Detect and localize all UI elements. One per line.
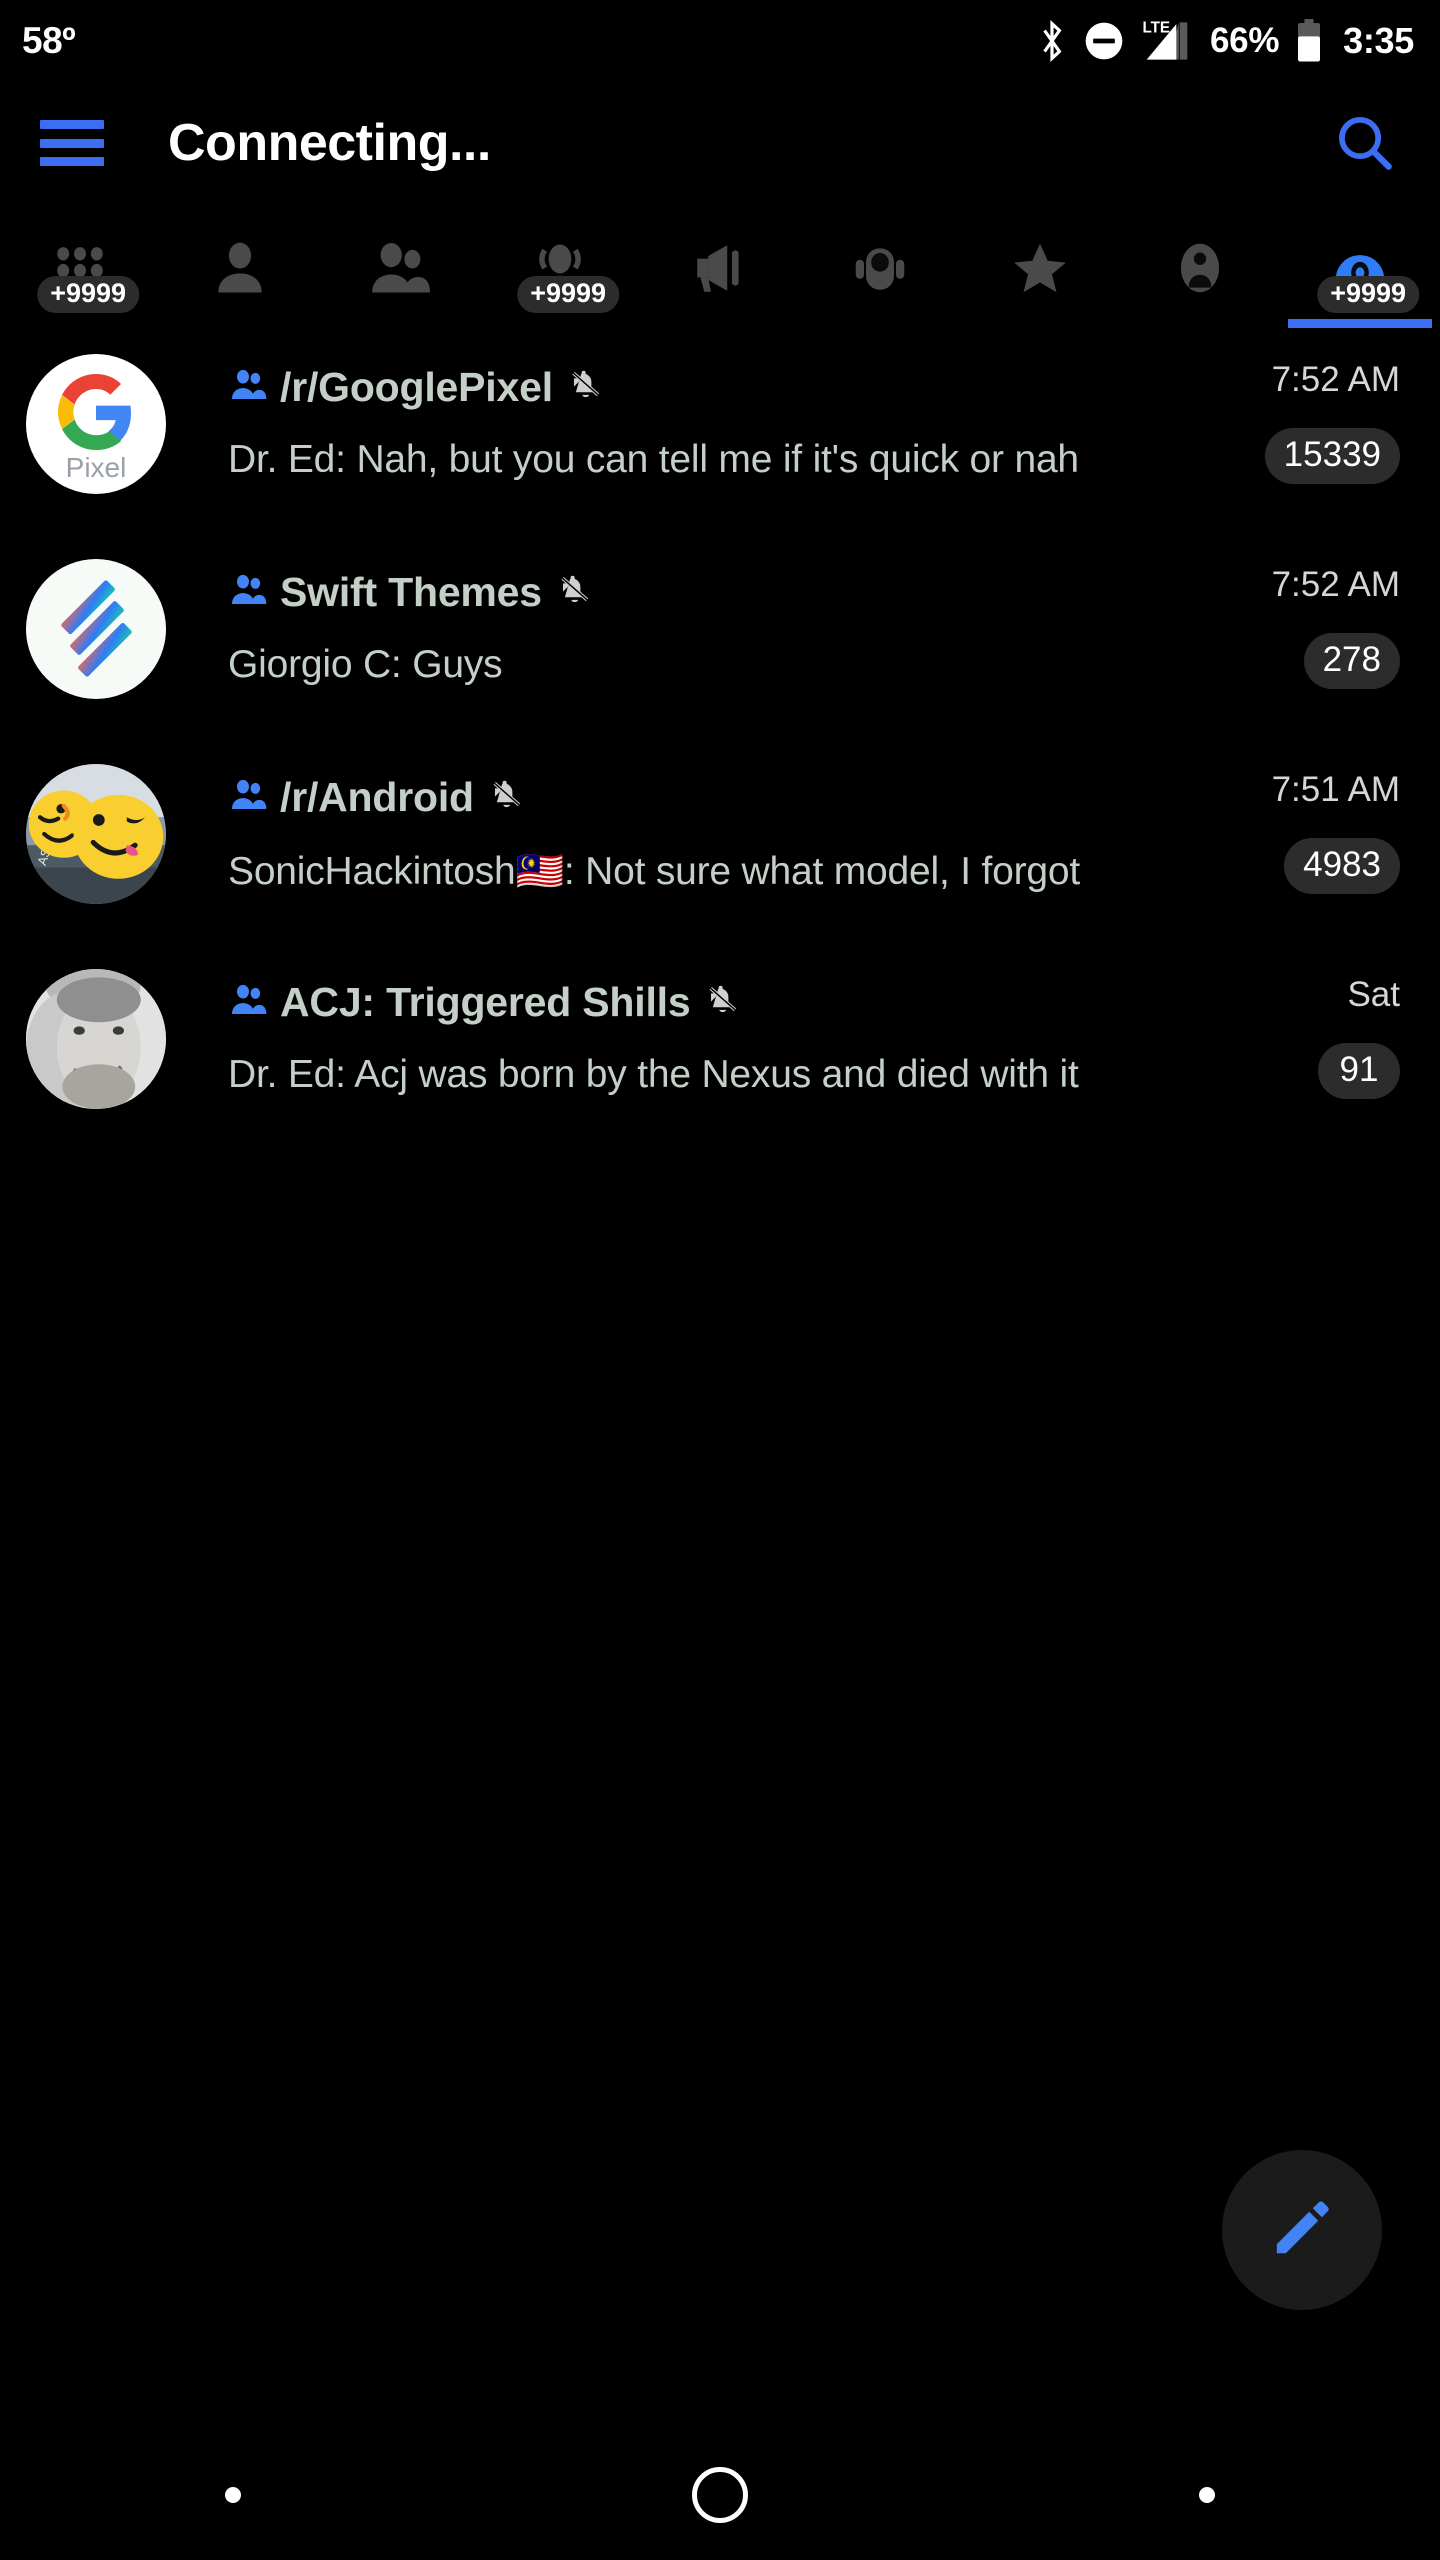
status-temperature: 58º: [22, 20, 76, 62]
signal-icon: LTE: [1141, 19, 1193, 63]
recents-button[interactable]: [1198, 2487, 1215, 2503]
tab-badge: +9999: [37, 276, 140, 313]
muted-bell-icon: [488, 776, 526, 819]
google-g-logo: [58, 374, 131, 450]
chat-meta: 7:51 AM 4983: [1210, 760, 1400, 894]
status-clock: 3:35: [1343, 20, 1414, 61]
robot-icon: [849, 237, 911, 304]
chat-timestamp: Sat: [1347, 975, 1400, 1014]
avatar[interactable]: Pixel: [26, 354, 166, 494]
chat-snippet: Giorgio C: Guys: [228, 643, 503, 686]
hamburger-bar: [40, 138, 104, 148]
hamburger-menu-icon[interactable]: [40, 120, 104, 166]
group-members-icon: [228, 775, 268, 820]
bluetooth-icon: [1037, 20, 1067, 62]
person-icon: [209, 237, 271, 304]
tab-badge: +9999: [517, 276, 620, 313]
chat-snippet: Dr. Ed: Nah, but you can tell me if it's…: [228, 438, 1079, 481]
tab-favorites[interactable]: [960, 204, 1120, 328]
system-navigation-bar: [0, 2430, 1440, 2560]
muted-bell-icon: [567, 366, 605, 409]
chat-list: Pixel /r/GooglePixel Dr. Ed: Nah, but yo…: [0, 336, 1440, 1156]
active-tab-indicator: [1288, 319, 1432, 328]
chat-title: /r/Android: [280, 773, 474, 820]
home-button[interactable]: [691, 2467, 748, 2523]
svg-text:LTE: LTE: [1142, 20, 1170, 37]
chat-title: /r/GooglePixel: [280, 363, 553, 410]
chat-snippet: Dr. Ed: Acj was born by the Nexus and di…: [228, 1053, 1079, 1096]
emoji-blob-avatar: ASUS: [26, 764, 166, 904]
man-portrait-avatar: [26, 969, 166, 1109]
chat-content: ACJ: Triggered Shills Dr. Ed: Acj was bo…: [228, 965, 1210, 1097]
muted-bell-icon: [556, 571, 594, 614]
tab-unread[interactable]: +9999: [1280, 204, 1440, 328]
group-members-icon: [228, 365, 268, 410]
avatar[interactable]: [26, 969, 166, 1109]
tab-groups[interactable]: [320, 204, 480, 328]
tab-all[interactable]: +9999: [0, 204, 160, 328]
app-bar: Connecting...: [0, 82, 1440, 204]
filter-tab-bar[interactable]: +9999 +9999 +9999: [0, 204, 1440, 328]
compose-fab-button[interactable]: [1222, 2150, 1382, 2310]
chat-title: Swift Themes: [280, 568, 542, 615]
do-not-disturb-icon: [1084, 21, 1124, 61]
search-icon[interactable]: [1320, 98, 1410, 188]
back-button[interactable]: [225, 2487, 242, 2503]
star-icon: [1009, 237, 1071, 304]
hamburger-bar: [40, 157, 104, 166]
avatar-label: Pixel: [65, 452, 127, 483]
swift-themes-logo: [61, 580, 132, 677]
group-members-icon: [228, 570, 268, 615]
chat-list-item[interactable]: ACJ: Triggered Shills Dr. Ed: Acj was bo…: [0, 951, 1440, 1156]
tab-supergroups[interactable]: +9999: [480, 204, 640, 328]
chat-title-line: Swift Themes: [228, 563, 1210, 621]
unread-count-badge: 15339: [1264, 428, 1400, 484]
tab-contacts[interactable]: [1120, 204, 1280, 328]
muted-bell-icon: [704, 981, 742, 1024]
chat-content: /r/GooglePixel Dr. Ed: Nah, but you can …: [228, 350, 1210, 482]
tab-private[interactable]: [160, 204, 320, 328]
tab-badge: +9999: [1317, 276, 1420, 313]
tab-channels[interactable]: [640, 204, 800, 328]
status-icons: LTE 66% 3:35: [1037, 19, 1414, 63]
unread-count-badge: 278: [1303, 633, 1400, 689]
status-temperature-value: 58º: [22, 20, 76, 61]
megaphone-icon: [689, 237, 751, 304]
battery-icon: [1296, 19, 1322, 63]
people-icon: [369, 237, 431, 304]
unread-count-badge: 91: [1318, 1043, 1400, 1099]
contact-badge-icon: [1169, 237, 1231, 304]
page-title: Connecting...: [168, 114, 491, 172]
chat-timestamp: 7:51 AM: [1271, 770, 1400, 809]
chat-title-line: /r/GooglePixel: [228, 358, 1210, 416]
chat-title-line: /r/Android: [228, 768, 1210, 826]
battery-percent: 66%: [1209, 21, 1280, 60]
chat-snippet: SonicHackintosh🇲🇾: Not sure what model, …: [228, 850, 1081, 893]
chat-timestamp: 7:52 AM: [1271, 360, 1400, 399]
tab-bots[interactable]: [800, 204, 960, 328]
chat-meta: 7:52 AM 278: [1210, 555, 1400, 689]
chat-list-item[interactable]: ASUS: [0, 746, 1440, 951]
chat-meta: 7:52 AM 15339: [1210, 350, 1400, 484]
chat-content: Swift Themes Giorgio C: Guys: [228, 555, 1210, 687]
unread-count-badge: 4983: [1284, 838, 1400, 894]
chat-content: /r/Android SonicHackintosh🇲🇾: Not sure w…: [228, 760, 1210, 894]
chat-title: ACJ: Triggered Shills: [280, 978, 691, 1025]
avatar[interactable]: ASUS: [26, 764, 166, 904]
hamburger-bar: [40, 120, 104, 129]
chat-timestamp: 7:52 AM: [1271, 565, 1400, 604]
chat-meta: Sat 91: [1210, 965, 1400, 1099]
chat-list-item[interactable]: Pixel /r/GooglePixel Dr. Ed: Nah, but yo…: [0, 336, 1440, 541]
group-members-icon: [228, 980, 268, 1025]
avatar[interactable]: [26, 559, 166, 699]
chat-list-item[interactable]: Swift Themes Giorgio C: Guys 7:52 AM 278: [0, 541, 1440, 746]
chat-title-line: ACJ: Triggered Shills: [228, 973, 1210, 1031]
status-bar: 58º LTE 66% 3:35: [0, 0, 1440, 82]
pencil-compose-icon: [1266, 2192, 1338, 2269]
